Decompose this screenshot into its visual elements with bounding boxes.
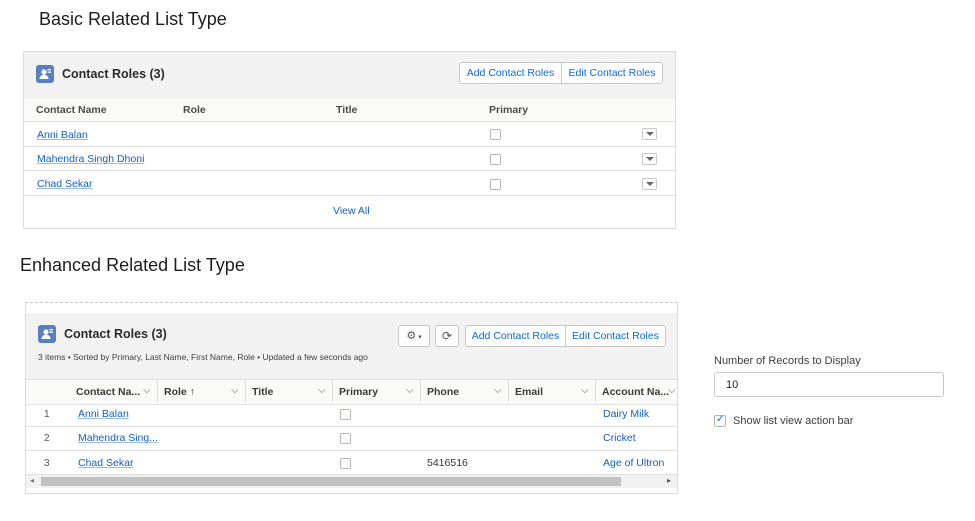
contact-link[interactable]: Chad Sekar — [78, 457, 133, 469]
records-to-display-label: Number of Records to Display — [714, 355, 861, 367]
primary-checkbox — [340, 433, 351, 444]
column-divider — [157, 380, 158, 402]
scrollbar-thumb[interactable] — [41, 477, 621, 486]
view-all-link[interactable]: View All — [333, 205, 370, 217]
row-actions-chevron-down-icon[interactable] — [642, 128, 657, 140]
column-divider — [332, 380, 333, 402]
primary-checkbox — [490, 154, 501, 165]
account-link[interactable]: Cricket — [603, 432, 636, 444]
basic-column-header-row: Contact Name Role Title Primary — [24, 99, 675, 121]
edit-contact-roles-button[interactable]: Edit Contact Roles — [561, 62, 663, 84]
account-link[interactable]: Age of Ultron — [603, 457, 664, 469]
divider — [24, 170, 675, 171]
contact-roles-icon — [36, 65, 54, 83]
column-title: Title — [336, 104, 358, 116]
primary-checkbox — [340, 409, 351, 420]
enhanced-card-header: Contact Roles (3) 3 items • Sorted by Pr… — [26, 313, 677, 379]
refresh-icon: ⟳ — [441, 329, 453, 343]
horizontal-scrollbar[interactable]: ◂ ▸ — [26, 474, 677, 488]
divider — [24, 146, 675, 147]
contact-link[interactable]: Mahendra Singh Dhoni — [37, 153, 144, 165]
enhanced-card-title: Contact Roles (3) — [64, 327, 167, 341]
phone-cell: 5416516 — [427, 457, 468, 469]
column-divider — [420, 380, 421, 402]
chevron-down-icon[interactable]: ⌵ — [143, 385, 151, 396]
chevron-down-icon[interactable]: ⌵ — [406, 385, 414, 396]
row-number: 3 — [44, 458, 50, 469]
refresh-button[interactable]: ⟳ — [435, 325, 459, 347]
primary-checkbox — [490, 179, 501, 190]
chevron-down-icon[interactable]: ⌵ — [581, 385, 589, 396]
add-contact-roles-button[interactable]: Add Contact Roles — [459, 62, 562, 84]
show-action-bar-label: Show list view action bar — [733, 415, 854, 427]
show-action-bar-checkbox[interactable]: ✓ — [714, 414, 726, 427]
column-email[interactable]: Email — [515, 386, 543, 398]
divider — [26, 426, 677, 427]
divider — [24, 121, 675, 122]
enhanced-related-list-card: Contact Roles (3) 3 items • Sorted by Pr… — [25, 302, 678, 494]
row-actions-chevron-down-icon[interactable] — [642, 153, 657, 165]
column-contact-name: Contact Name — [36, 104, 107, 116]
chevron-down-icon[interactable]: ⌵ — [231, 385, 239, 396]
basic-card-title: Contact Roles (3) — [62, 67, 165, 81]
basic-heading: Basic Related List Type — [39, 9, 227, 29]
gear-icon: ⚙ — [406, 330, 417, 342]
column-role[interactable]: Role ↑ — [164, 386, 195, 398]
contact-link[interactable]: Chad Sekar — [37, 178, 92, 190]
contact-link[interactable]: Mahendra Sing... — [78, 432, 158, 444]
chevron-down-icon[interactable]: ⌵ — [668, 385, 676, 396]
primary-checkbox — [340, 458, 351, 469]
records-to-display-input[interactable]: 10 — [714, 372, 944, 397]
column-title[interactable]: Title — [252, 386, 273, 398]
account-link[interactable]: Dairy Milk — [603, 408, 649, 420]
divider — [26, 450, 677, 451]
add-contact-roles-button[interactable]: Add Contact Roles — [465, 325, 566, 347]
column-divider — [245, 380, 246, 402]
scroll-left-icon[interactable]: ◂ — [30, 476, 34, 485]
column-role: Role — [183, 104, 206, 116]
column-contact-name[interactable]: Contact Na... — [76, 386, 140, 398]
contact-link[interactable]: Anni Balan — [78, 408, 129, 420]
basic-related-list-card: Contact Roles (3) Add Contact Roles Edit… — [23, 51, 676, 229]
divider — [24, 195, 675, 196]
records-to-display-value: 10 — [726, 379, 739, 391]
scroll-right-icon[interactable]: ▸ — [667, 476, 671, 485]
checkmark-icon: ✓ — [716, 414, 725, 425]
contact-link[interactable]: Anni Balan — [37, 129, 88, 141]
column-divider — [508, 380, 509, 402]
enhanced-heading: Enhanced Related List Type — [20, 255, 245, 275]
row-number: 1 — [44, 409, 50, 420]
row-number: 2 — [44, 433, 50, 444]
column-phone[interactable]: Phone — [427, 386, 459, 398]
row-actions-chevron-down-icon[interactable] — [642, 178, 657, 190]
enhanced-column-header-row: Contact Na... ⌵ Role ↑ ⌵ Title ⌵ Primary… — [26, 379, 677, 405]
column-primary[interactable]: Primary — [339, 386, 378, 398]
basic-card-header: Contact Roles (3) Add Contact Roles Edit… — [24, 52, 675, 99]
chevron-down-icon[interactable]: ⌵ — [318, 385, 326, 396]
primary-checkbox — [490, 129, 501, 140]
column-account-name[interactable]: Account Na... — [602, 386, 669, 398]
list-info-subtitle: 3 items • Sorted by Primary, Last Name, … — [38, 352, 368, 362]
chevron-down-icon[interactable]: ⌵ — [494, 385, 502, 396]
column-divider — [595, 380, 596, 402]
column-primary: Primary — [489, 104, 529, 116]
contact-roles-icon — [38, 325, 56, 343]
list-settings-button[interactable]: ⚙ ▾ — [398, 325, 430, 347]
edit-contact-roles-button[interactable]: Edit Contact Roles — [565, 325, 666, 347]
chevron-down-icon: ▾ — [416, 334, 422, 341]
